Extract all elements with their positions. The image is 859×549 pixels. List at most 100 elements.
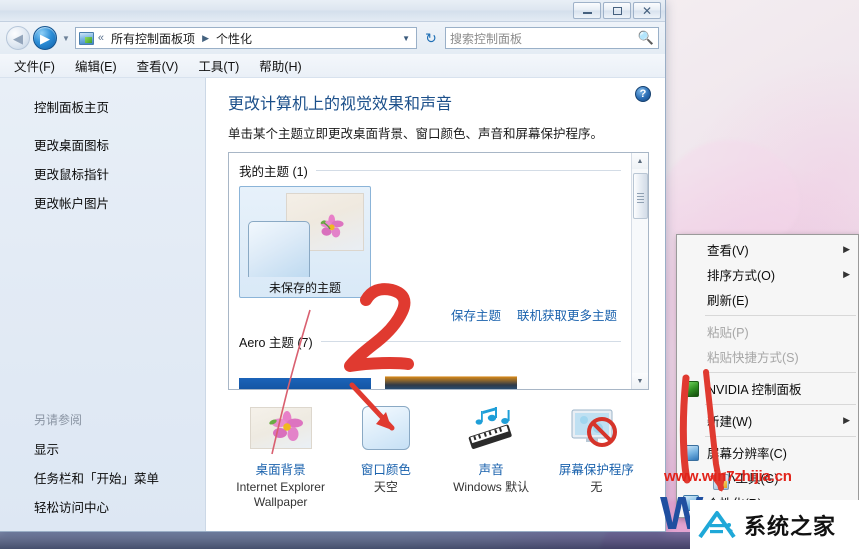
setting-value: 天空 — [373, 480, 398, 494]
theme-list-panel: 我的主题 (1) 未保存的主题 保存主题 联机获取更多主题 Aero 主题 (7… — [228, 152, 649, 390]
sidebar-item-change-desktop-icons[interactable]: 更改桌面图标 — [0, 130, 205, 159]
help-icon[interactable]: ? — [635, 86, 651, 102]
setting-title[interactable]: 屏幕保护程序 — [544, 459, 648, 478]
forward-arrow-icon[interactable]: ▶ — [33, 26, 57, 50]
setting-desktop-background[interactable]: 桌面背景 Internet Explorer Wallpaper — [229, 400, 333, 510]
theme-group-label: Aero 主题 (7) — [239, 336, 313, 350]
setting-value: Windows 默认 — [453, 480, 530, 494]
theme-tile-unsaved[interactable]: 未保存的主题 — [239, 186, 371, 298]
setting-title[interactable]: 声音 — [439, 459, 543, 478]
submenu-arrow-icon: ▶ — [843, 244, 850, 254]
sidebar-item-change-account-picture[interactable]: 更改帐户图片 — [0, 188, 205, 217]
theme-tile-caption: 未保存的主题 — [268, 280, 341, 295]
theme-tile-aero[interactable] — [239, 357, 371, 389]
close-button[interactable]: ✕ — [633, 2, 661, 19]
menu-item-help[interactable]: 帮助(H) — [259, 56, 301, 75]
sidebar-item-change-mouse-pointers[interactable]: 更改鼠标指针 — [0, 159, 205, 188]
scroll-down-button[interactable]: ▼ — [631, 373, 648, 389]
menu-item-edit[interactable]: 编辑(E) — [75, 56, 117, 75]
setting-value: 无 — [590, 480, 603, 494]
theme-preview — [240, 187, 370, 277]
speaker-notes-icon — [468, 407, 512, 449]
refresh-icon[interactable]: ↻ — [420, 27, 442, 49]
search-input[interactable]: 搜索控制面板 — [450, 30, 638, 47]
menu-item-file[interactable]: 文件(F) — [14, 56, 55, 75]
page-subtitle: 单击某个主题立即更改桌面背景、窗口颜色、声音和屏幕保护程序。 — [228, 127, 604, 141]
context-menu-separator — [705, 315, 856, 316]
theme-tile-aero[interactable] — [385, 357, 517, 389]
setting-title[interactable]: 窗口颜色 — [334, 459, 438, 478]
submenu-arrow-icon: ▶ — [843, 415, 850, 425]
breadcrumb-item-all-items[interactable]: 所有控制面板项 — [108, 29, 198, 48]
theme-group-label: 我的主题 (1) — [239, 165, 308, 179]
flower-icon — [320, 214, 344, 238]
chevron-down-icon[interactable]: ▼ — [60, 34, 72, 43]
setting-sound[interactable]: 声音 Windows 默认 — [439, 400, 543, 510]
breadcrumb-item-personalization[interactable]: 个性化 — [213, 29, 255, 48]
menu-item-view[interactable]: 查看(V) — [137, 56, 179, 75]
window-controls: ✕ — [573, 2, 661, 19]
control-panel-icon — [78, 31, 94, 45]
context-menu-item-refresh[interactable]: 刷新(E) — [677, 287, 858, 312]
sidebar-item-ease-of-access-center[interactable]: 轻松访问中心 — [0, 492, 205, 521]
theme-group-aero-themes: Aero 主题 (7) — [239, 332, 621, 351]
save-theme-link[interactable]: 保存主题 — [451, 305, 501, 324]
flower-icon — [268, 411, 303, 441]
context-menu-separator — [705, 372, 856, 373]
window-color-icon — [334, 400, 438, 456]
watermark-url: www.win7zhijia.cn — [664, 468, 792, 485]
address-bar[interactable]: « 所有控制面板项 ▶ 个性化 ▼ — [74, 27, 417, 49]
back-arrow-icon[interactable]: ◀ — [6, 26, 30, 50]
setting-screensaver[interactable]: 屏幕保护程序 无 — [544, 400, 648, 510]
settings-icon-row: 桌面背景 Internet Explorer Wallpaper 窗口颜色 天空 — [228, 390, 649, 510]
monitor-disabled-icon — [571, 409, 618, 447]
context-menu-item-sort-by[interactable]: 排序方式(O) ▶ — [677, 262, 858, 287]
get-more-themes-online-link[interactable]: 联机获取更多主题 — [517, 305, 617, 324]
logo-text: 系统之家 — [744, 513, 837, 539]
sound-icon — [439, 400, 543, 456]
navigation-toolbar: ◀ ▶ ▼ « 所有控制面板项 ▶ 个性化 ▼ ↻ 搜索控制面板 🔍 — [0, 22, 665, 54]
address-dropdown-icon[interactable]: ▼ — [402, 34, 413, 43]
breadcrumb-separator-icon: ▶ — [202, 32, 209, 43]
context-menu-item-screen-resolution[interactable]: 屏幕分辨率(C) — [677, 440, 858, 465]
grip-icon — [636, 192, 644, 203]
context-menu-item-paste: 粘贴(P) — [707, 326, 749, 340]
scroll-up-button[interactable]: ▲ — [631, 153, 648, 169]
theme-action-links: 保存主题 联机获取更多主题 — [239, 305, 621, 324]
submenu-arrow-icon: ▶ — [843, 269, 850, 279]
sidebar-item-display[interactable]: 显示 — [0, 434, 205, 463]
sidebar-item-control-panel-home[interactable]: 控制面板主页 — [0, 92, 205, 130]
theme-list-scrollbar[interactable]: ▲ ▼ — [631, 153, 648, 389]
window-body: 控制面板主页 更改桌面图标 更改鼠标指针 更改帐户图片 另请参阅 显示 任务栏和… — [0, 78, 665, 531]
search-box[interactable]: 搜索控制面板 🔍 — [445, 27, 659, 49]
divider — [315, 170, 621, 171]
page-title: 更改计算机上的视觉效果和声音 — [228, 96, 453, 113]
context-menu-item-view[interactable]: 查看(V) ▶ — [677, 237, 858, 262]
setting-title[interactable]: 桌面背景 — [229, 459, 333, 478]
menu-bar: 文件(F) 编辑(E) 查看(V) 工具(T) 帮助(H) — [0, 54, 665, 78]
context-menu-item-nvidia-control-panel[interactable]: NVIDIA 控制面板 — [677, 376, 858, 401]
aero-theme-row — [239, 357, 621, 389]
theme-scroll-area: 我的主题 (1) 未保存的主题 保存主题 联机获取更多主题 Aero 主题 (7… — [229, 153, 631, 389]
maximize-button[interactable] — [603, 2, 631, 19]
theme-window-thumb — [248, 221, 310, 277]
setting-window-color[interactable]: 窗口颜色 天空 — [334, 400, 438, 510]
desktop-background-icon — [229, 400, 333, 456]
minimize-button[interactable] — [573, 2, 601, 19]
scrollbar-track[interactable] — [631, 169, 648, 373]
context-menu-item-new[interactable]: 新建(W) ▶ — [677, 408, 858, 433]
sidebar-item-taskbar-start-menu[interactable]: 任务栏和「开始」菜单 — [0, 463, 205, 492]
menu-item-tools[interactable]: 工具(T) — [198, 56, 239, 75]
theme-group-my-themes: 我的主题 (1) — [239, 161, 621, 180]
context-menu-item-paste-shortcut: 粘贴快捷方式(S) — [707, 351, 799, 365]
context-menu-separator — [705, 404, 856, 405]
control-panel-window: ✕ ◀ ▶ ▼ « 所有控制面板项 ▶ 个性化 ▼ ↻ 搜索控制面板 🔍 文件(… — [0, 0, 666, 532]
breadcrumb-overflow[interactable]: « — [98, 32, 104, 44]
sidebar-see-also-heading: 另请参阅 — [34, 413, 83, 427]
window-titlebar[interactable]: ✕ — [0, 0, 665, 22]
site-logo: 系统之家 — [690, 500, 859, 549]
sidebar: 控制面板主页 更改桌面图标 更改鼠标指针 更改帐户图片 另请参阅 显示 任务栏和… — [0, 78, 206, 531]
search-icon[interactable]: 🔍 — [638, 30, 654, 46]
scrollbar-thumb[interactable] — [632, 173, 648, 219]
